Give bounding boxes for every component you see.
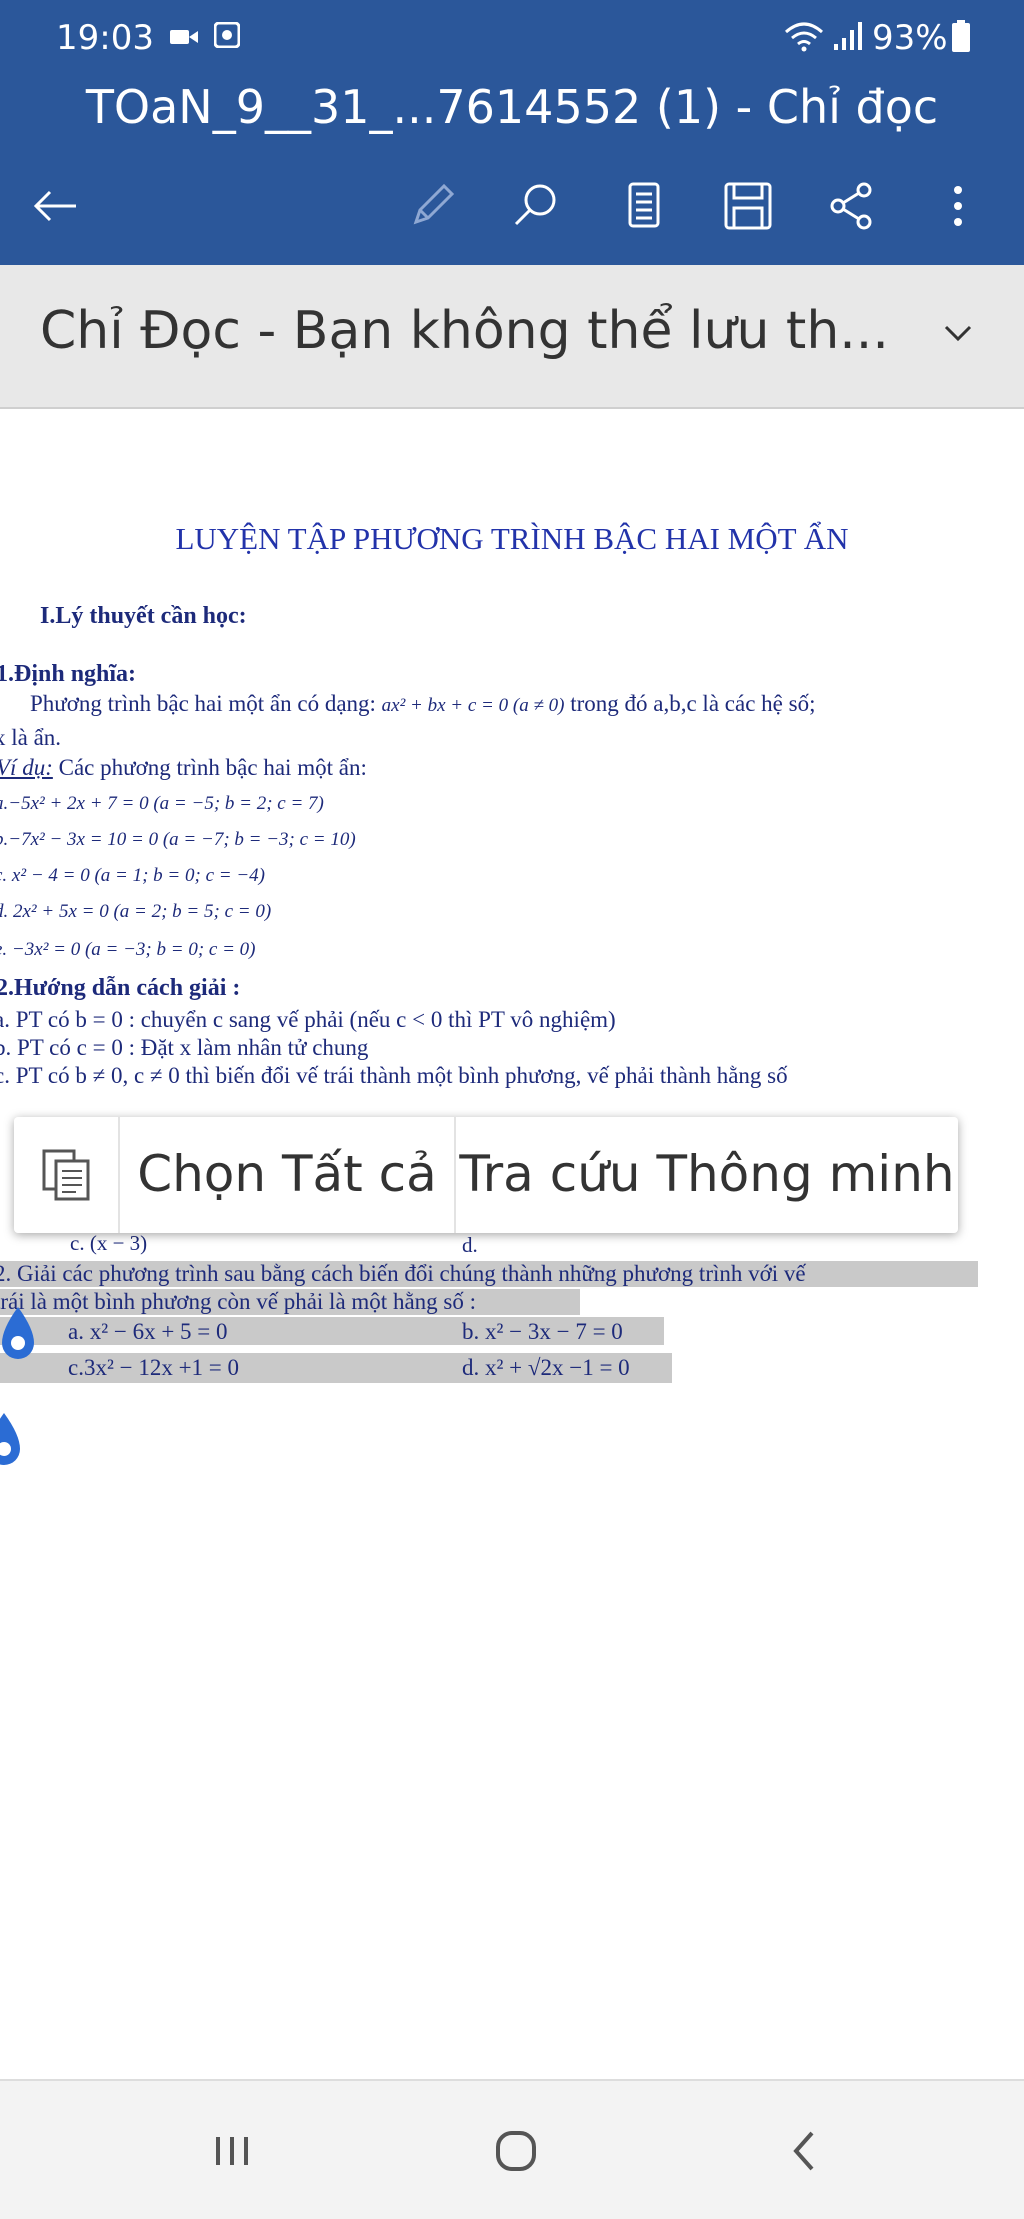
guide-b: b. PT có c = 0 : Đặt x làm nhân tử chung xyxy=(0,1035,369,1060)
exercise-2-line-1[interactable]: 2. Giải các phương trình sau bằng cách b… xyxy=(0,1261,978,1287)
solution-guide-heading: 2.Hướng dẫn cách giải : xyxy=(0,975,241,1001)
exercise-2a[interactable]: a. x² − 6x + 5 = 0 xyxy=(68,1319,228,1345)
example-a: a.−5x² + 2x + 7 = 0 (a = −5; b = 2; c = … xyxy=(0,793,324,814)
section-theory-heading: I.Lý thuyết cần học: xyxy=(40,603,247,629)
battery-icon xyxy=(952,20,970,52)
example-d: d. 2x² + 5x = 0 (a = 2; b = 5; c = 0) xyxy=(0,901,272,922)
save-icon xyxy=(724,182,772,230)
select-all-button[interactable]: Chọn Tất cả xyxy=(120,1117,456,1233)
pencil-icon xyxy=(413,183,455,225)
example-b: b.−7x² − 3x = 10 = 0 (a = −7; b = −3; c … xyxy=(0,829,356,850)
back-nav-icon[interactable] xyxy=(776,2121,836,2181)
selection-end-handle[interactable] xyxy=(0,1411,26,1471)
select-all-label: Chọn Tất cả xyxy=(137,1145,437,1203)
screen-record-icon xyxy=(214,22,240,48)
back-button[interactable] xyxy=(28,178,84,234)
exercise-2b[interactable]: b. x² − 3x − 7 = 0 xyxy=(462,1319,623,1345)
guide-c: c. PT có b ≠ 0, c ≠ 0 thì biến đổi vế tr… xyxy=(0,1063,788,1088)
selection-start-handle[interactable] xyxy=(0,1305,40,1365)
more-options-button[interactable] xyxy=(930,178,986,234)
exercise-2-line-2[interactable]: trái là một bình phương còn vế phải là m… xyxy=(0,1289,580,1315)
document-title: TOaN_9__31_...7614552 (1) - Chỉ đọc xyxy=(85,80,939,134)
search-icon xyxy=(514,184,556,226)
video-camera-icon xyxy=(170,30,198,44)
definition-heading: 1.Định nghĩa: xyxy=(0,661,137,687)
document-canvas[interactable]: LUYỆN TẬP PHƯƠNG TRÌNH BẬC HAI MỘT ẨN I.… xyxy=(0,409,1024,2079)
signal-icon xyxy=(834,22,862,50)
status-time: 19:03 xyxy=(56,18,154,58)
exercise-2d[interactable]: d. x² + √2x −1 = 0 xyxy=(462,1355,630,1381)
edit-button[interactable] xyxy=(404,178,460,234)
smart-lookup-button[interactable]: Tra cứu Thông minh xyxy=(456,1117,958,1233)
text-selection-menu: Chọn Tất cả Tra cứu Thông minh xyxy=(14,1117,958,1233)
guide-a: a. PT có b = 0 : chuyển c sang vế phải (… xyxy=(0,1007,616,1032)
save-button[interactable] xyxy=(720,178,776,234)
share-button[interactable] xyxy=(824,178,880,234)
copy-icon xyxy=(42,1149,90,1201)
reading-view-icon xyxy=(628,182,660,228)
definition-line-2: x là ẩn. xyxy=(0,725,62,750)
smart-lookup-label: Tra cứu Thông minh xyxy=(459,1145,955,1203)
exercise-2c[interactable]: c.3x² − 12x +1 = 0 xyxy=(68,1355,239,1381)
hidden-exercise-d: d. xyxy=(462,1233,478,1257)
example-e: e. −3x² = 0 (a = −3; b = 0; c = 0) xyxy=(0,939,256,960)
back-arrow-icon xyxy=(33,190,76,222)
search-button[interactable] xyxy=(508,178,564,234)
document-heading: LUYỆN TẬP PHƯƠNG TRÌNH BẬC HAI MỘT ẨN xyxy=(175,521,849,556)
status-bar: 19:03 93% xyxy=(0,0,1024,75)
share-icon xyxy=(830,182,872,230)
reading-view-button[interactable] xyxy=(616,178,672,234)
system-nav-bar xyxy=(0,2079,1024,2219)
hidden-exercise-c: c. (x − 3) xyxy=(70,1231,148,1255)
wifi-icon xyxy=(785,22,823,52)
copy-button[interactable] xyxy=(14,1117,120,1233)
recent-apps-icon[interactable] xyxy=(202,2121,262,2181)
read-only-banner[interactable]: Chỉ Đọc - Bạn không thể lưu th... xyxy=(0,265,1024,409)
home-icon[interactable] xyxy=(486,2121,546,2181)
example-c: c. x² − 4 = 0 (a = 1; b = 0; c = −4) xyxy=(0,865,265,886)
definition-line-1: Phương trình bậc hai một ẩn có dạng: ax²… xyxy=(30,691,816,716)
chevron-down-icon[interactable] xyxy=(938,313,978,353)
more-icon xyxy=(954,186,962,226)
read-only-message: Chỉ Đọc - Bạn không thể lưu th... xyxy=(40,301,889,361)
app-header: 19:03 93% TOaN_9__31_...7614552 (1) - Ch… xyxy=(0,0,1024,265)
battery-level: 93% xyxy=(872,18,948,58)
example-intro: Ví dụ: Các phương trình bậc hai một ẩn: xyxy=(0,755,367,780)
